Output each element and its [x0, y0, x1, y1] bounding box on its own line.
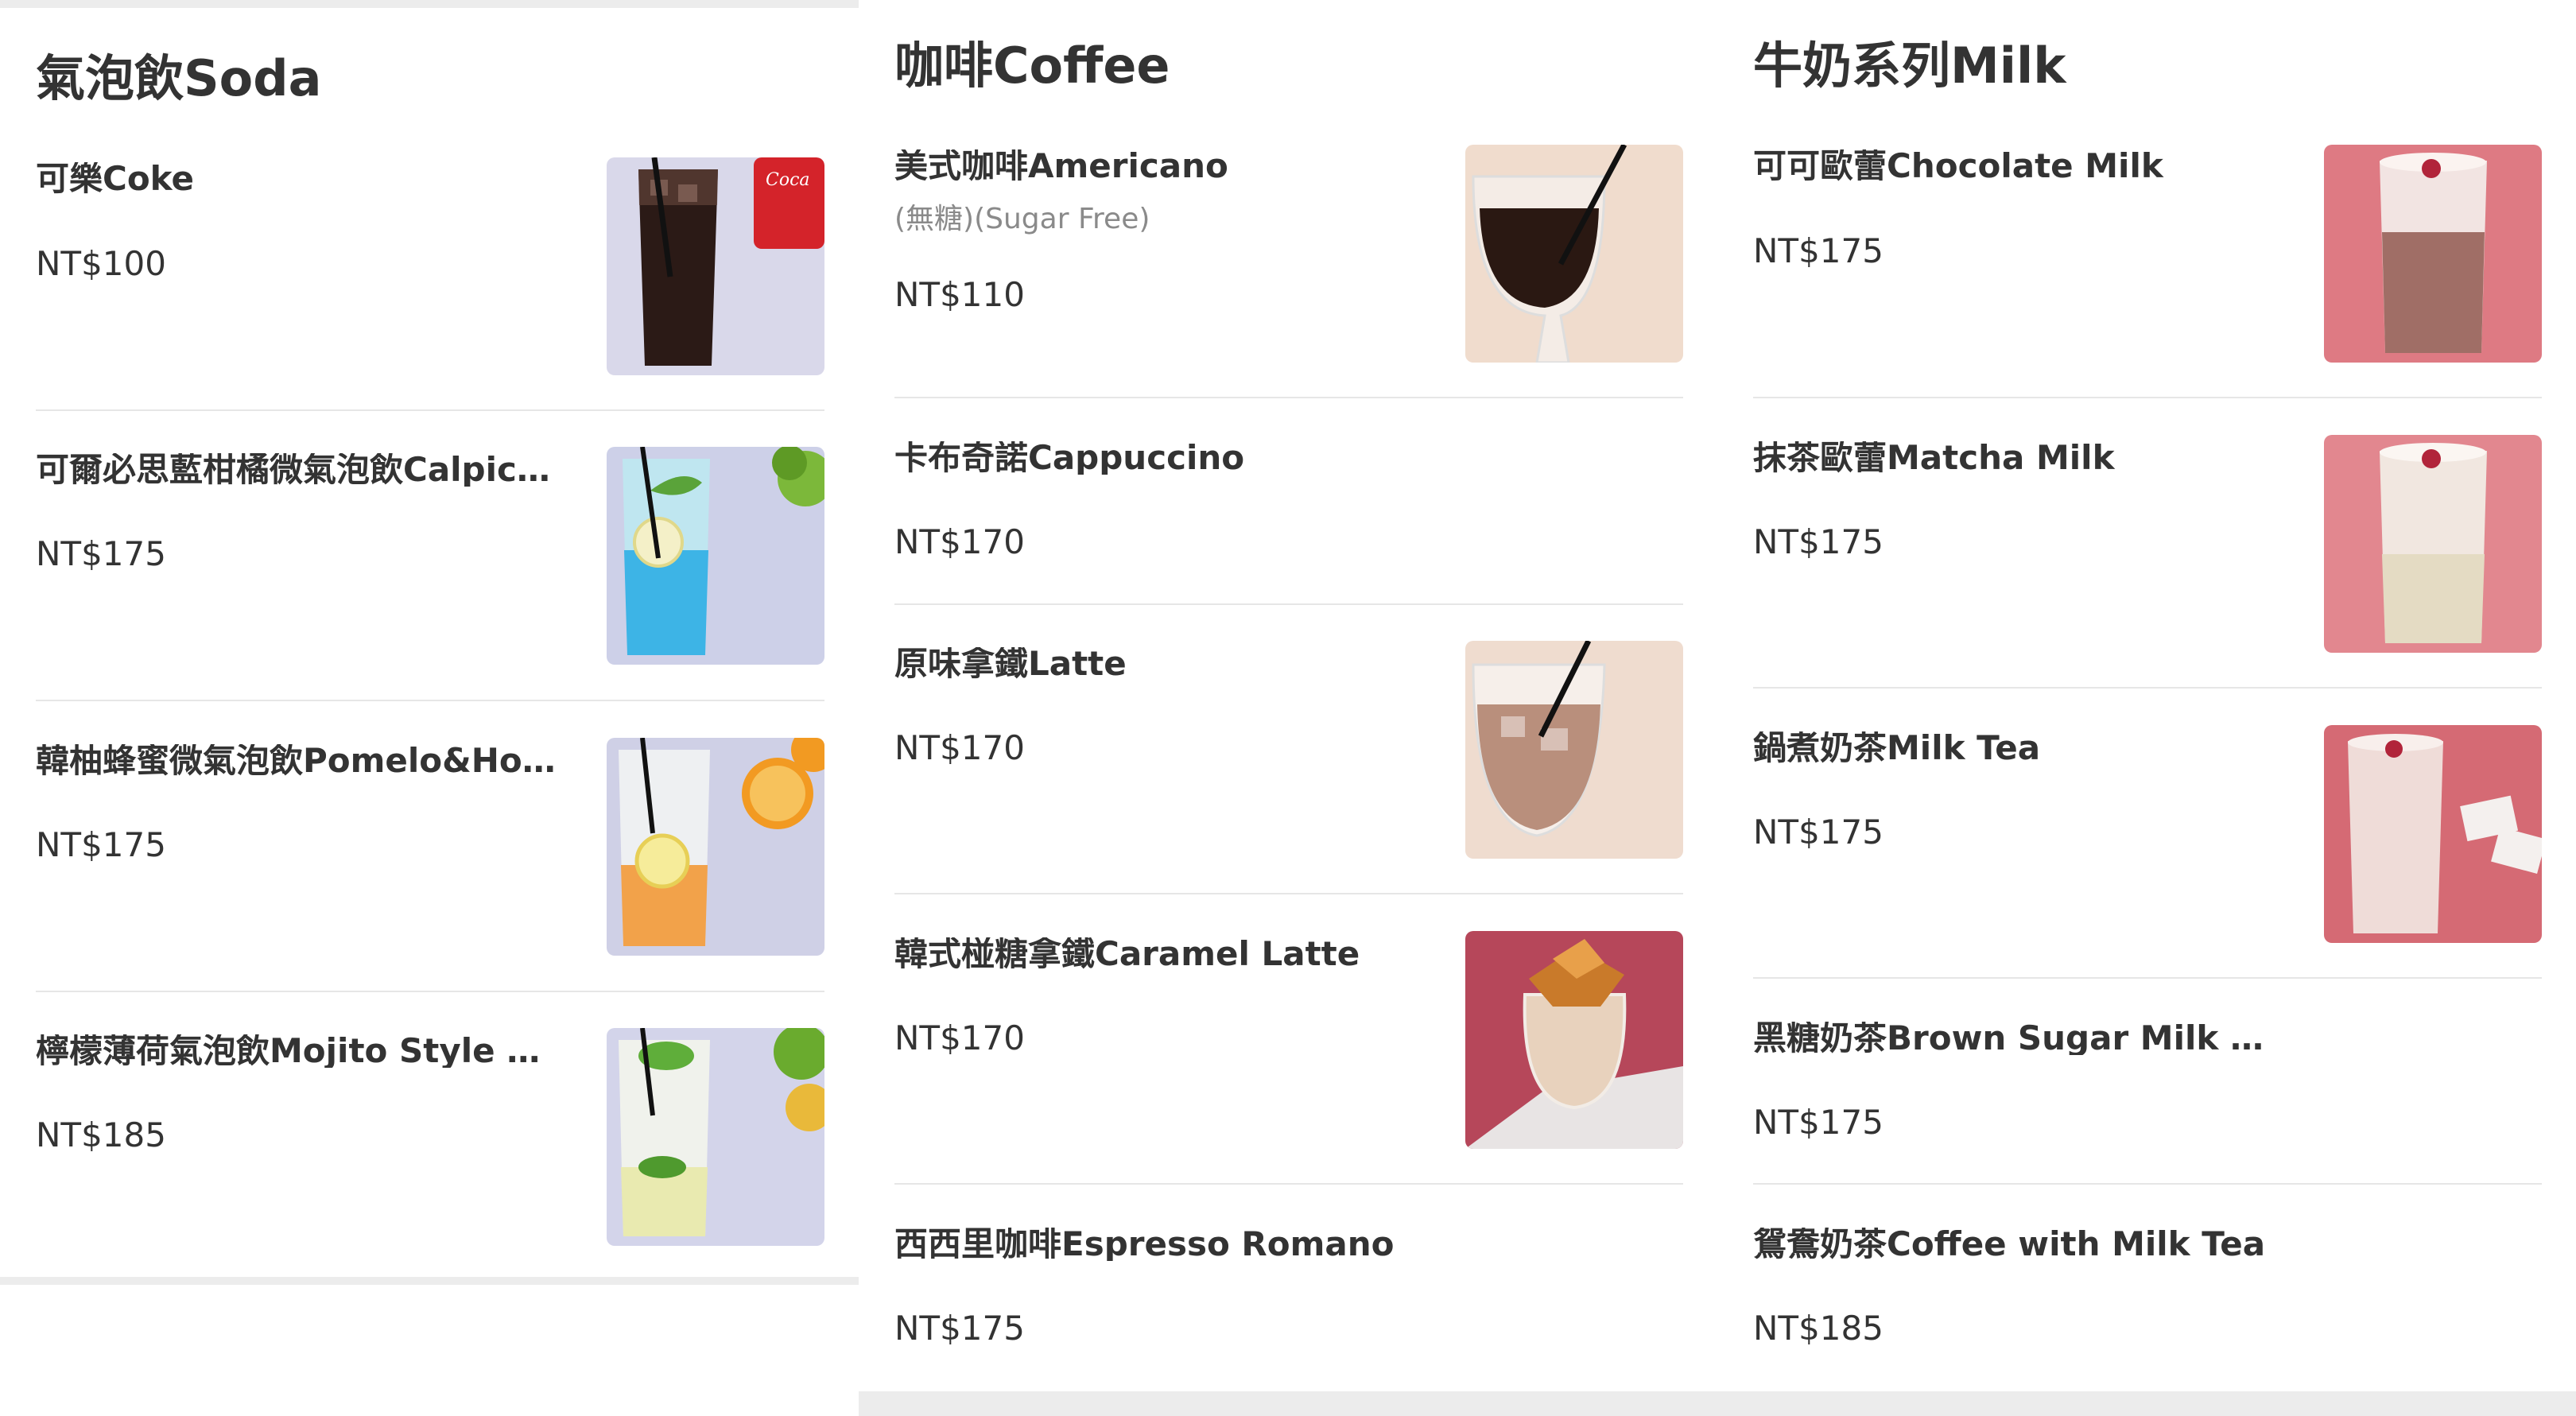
- divider: [894, 397, 1683, 398]
- menu-item-pomelo-honey[interactable]: 韓柚蜂蜜微氣泡飲Pomelo&Hone... NT$175: [36, 738, 824, 956]
- item-photo[interactable]: [2324, 145, 2542, 363]
- menu-item-espresso-romano[interactable]: 西西里咖啡Espresso Romano NT$175: [894, 1221, 1683, 1380]
- menu-item-latte[interactable]: 原味拿鐵Latte NT$170: [894, 641, 1683, 859]
- divider: [36, 991, 824, 992]
- item-name: 韓式椪糖拿鐵Caramel Latte: [894, 937, 1360, 971]
- menu-item-calpico[interactable]: 可爾必思藍柑橘微氣泡飲Calpico... NT$175: [36, 447, 824, 665]
- item-price: NT$185: [1753, 1309, 1884, 1348]
- divider: [36, 700, 824, 701]
- section-title-soda: 氣泡飲Soda: [36, 49, 322, 107]
- item-name: 鍋煮奶茶Milk Tea: [1753, 731, 2041, 765]
- item-price: NT$175: [36, 825, 166, 864]
- menu-item-cappuccino[interactable]: 卡布奇諾Cappuccino NT$170: [894, 435, 1683, 594]
- item-price: NT$170: [894, 522, 1025, 561]
- item-photo[interactable]: [1465, 641, 1683, 859]
- item-price: NT$170: [894, 728, 1025, 767]
- bottom-separator-bar: [1717, 1391, 2576, 1416]
- menu-item-coke[interactable]: 可樂Coke NT$100 Coca: [36, 157, 824, 376]
- bottom-separator-bar: [859, 1391, 1717, 1416]
- item-description: (無糖)(Sugar Free): [894, 203, 1150, 235]
- item-price: NT$100: [36, 244, 166, 283]
- divider: [894, 603, 1683, 605]
- divider: [894, 893, 1683, 894]
- divider: [1753, 1183, 2542, 1185]
- item-price: NT$185: [36, 1115, 166, 1154]
- item-photo[interactable]: [607, 738, 824, 956]
- menu-item-caramel-latte[interactable]: 韓式椪糖拿鐵Caramel Latte NT$170: [894, 931, 1683, 1150]
- divider: [1753, 687, 2542, 689]
- item-photo[interactable]: [2324, 725, 2542, 943]
- item-name: 西西里咖啡Espresso Romano: [894, 1228, 1395, 1261]
- menu-item-brown-sugar-milk-tea[interactable]: 黑糖奶茶Brown Sugar Milk Tea NT$175: [1753, 1015, 2542, 1174]
- menu-item-chocolate-milk[interactable]: 可可歐蕾Chocolate Milk NT$175: [1753, 145, 2542, 363]
- divider: [1753, 397, 2542, 398]
- item-name: 可樂Coke: [36, 162, 194, 196]
- item-price: NT$170: [894, 1018, 1025, 1057]
- item-name: 美式咖啡Americano: [894, 149, 1228, 183]
- item-price: NT$175: [1753, 1103, 1884, 1142]
- item-name: 檸檬薄荷氣泡飲Mojito Style Soda: [36, 1034, 561, 1068]
- divider: [894, 1183, 1683, 1185]
- item-photo[interactable]: [607, 447, 824, 665]
- menu-item-coffee-milk-tea[interactable]: 鴛鴦奶茶Coffee with Milk Tea NT$185: [1753, 1221, 2542, 1380]
- svg-text:Coca: Coca: [766, 170, 810, 190]
- item-price: NT$175: [1753, 813, 1884, 852]
- item-name: 可爾必思藍柑橘微氣泡飲Calpico...: [36, 453, 561, 487]
- menu-item-matcha-milk[interactable]: 抹茶歐蕾Matcha Milk NT$175: [1753, 435, 2542, 654]
- bottom-separator-bar: [0, 1277, 859, 1285]
- item-photo[interactable]: [2324, 435, 2542, 653]
- item-name: 原味拿鐵Latte: [894, 647, 1127, 681]
- divider: [1753, 977, 2542, 979]
- milk-column: 牛奶系列Milk 可可歐蕾Chocolate Milk NT$175 抹茶歐蕾M…: [1717, 0, 2576, 1416]
- item-photo[interactable]: [607, 1028, 824, 1246]
- coffee-column: 咖啡Coffee 美式咖啡Americano (無糖)(Sugar Free) …: [859, 0, 1717, 1416]
- section-title-milk: 牛奶系列Milk: [1753, 37, 2066, 95]
- divider: [36, 409, 824, 411]
- menu-item-americano[interactable]: 美式咖啡Americano (無糖)(Sugar Free) NT$110: [894, 145, 1683, 363]
- item-name: 卡布奇諾Cappuccino: [894, 441, 1245, 475]
- menu-item-mojito-soda[interactable]: 檸檬薄荷氣泡飲Mojito Style Soda NT$185: [36, 1028, 824, 1247]
- item-photo[interactable]: [1465, 145, 1683, 363]
- soda-column: 氣泡飲Soda 可樂Coke NT$100 Coca 可爾必思藍柑橘微氣泡飲Ca…: [0, 0, 859, 1285]
- menu-item-milk-tea[interactable]: 鍋煮奶茶Milk Tea NT$175: [1753, 725, 2542, 944]
- item-price: NT$175: [1753, 522, 1884, 561]
- item-price: NT$110: [894, 275, 1025, 314]
- item-name: 韓柚蜂蜜微氣泡飲Pomelo&Hone...: [36, 744, 561, 778]
- item-price: NT$175: [36, 534, 166, 573]
- item-name: 黑糖奶茶Brown Sugar Milk Tea: [1753, 1022, 2278, 1055]
- item-photo[interactable]: [1465, 931, 1683, 1149]
- item-name: 可可歐蕾Chocolate Milk: [1753, 149, 2163, 183]
- item-price: NT$175: [894, 1309, 1025, 1348]
- item-name: 抹茶歐蕾Matcha Milk: [1753, 441, 2115, 475]
- item-price: NT$175: [1753, 231, 1884, 270]
- item-photo[interactable]: Coca: [607, 157, 824, 375]
- section-title-coffee: 咖啡Coffee: [894, 37, 1170, 95]
- item-name: 鴛鴦奶茶Coffee with Milk Tea: [1753, 1228, 2266, 1261]
